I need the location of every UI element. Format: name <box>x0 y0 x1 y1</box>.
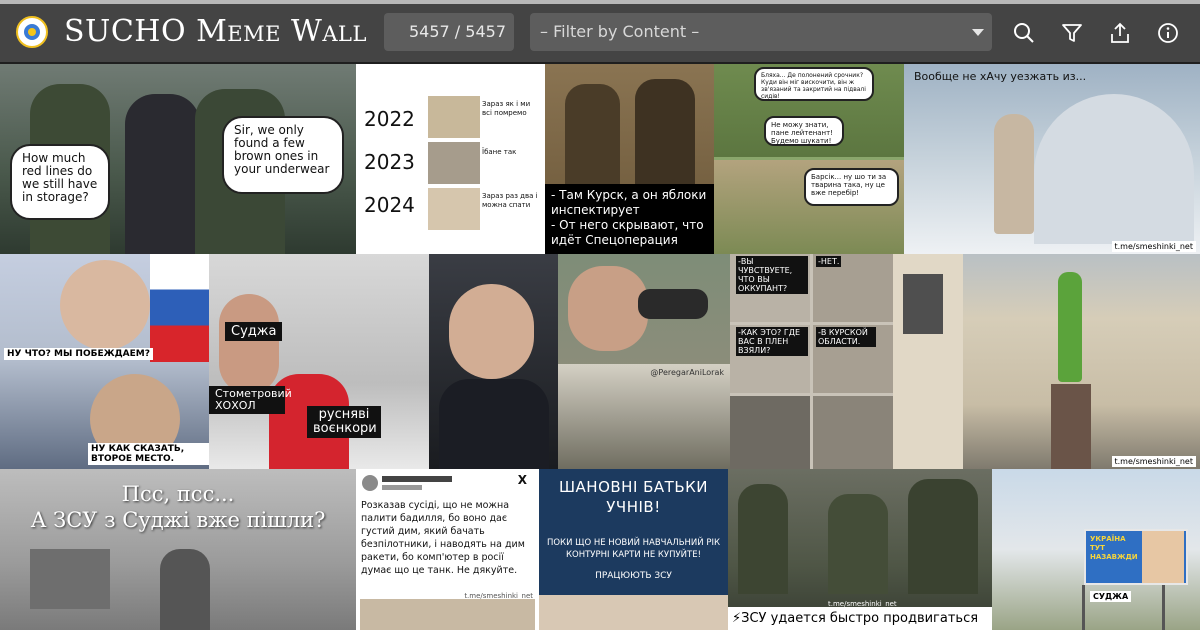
cat-image <box>428 96 480 138</box>
meme-tile[interactable]: ШАНОВНІ БАТЬКИ УЧНІВ! ПОКИ ЩО НЕ НОВИЙ Н… <box>539 469 728 630</box>
chevron-down-icon <box>972 29 984 36</box>
meme-tile[interactable]: X Розказав сусіді, що не можна палити ба… <box>356 469 539 630</box>
watermark: @PeregarAniLorak <box>650 368 724 377</box>
meme-tile[interactable]: Вообще не хАчу уезжать из... t.me/smeshi… <box>904 64 1200 254</box>
share-icon[interactable] <box>1109 22 1131 44</box>
meme-text: Зараз як і ми всі помремо <box>482 100 531 117</box>
meme-tile[interactable]: @PeregarAniLorak <box>558 254 730 469</box>
year-label: 2022 <box>364 107 415 131</box>
meme-tile[interactable]: УКРАЇНА ТУТ НАЗАВЖДИ СУДЖА <box>992 469 1200 630</box>
speech-bubble: Барсік... ну шо ти за тварина така, ну ц… <box>804 168 899 206</box>
meme-text: НУ ЧТО? МЫ ПОБЕЖДАЕМ? <box>4 348 153 360</box>
meme-text: -КАК ЭТО? ГДЕ ВАС В ПЛЕН ВЗЯЛИ? <box>736 327 808 356</box>
watermark: t.me/smeshinki_net <box>1111 456 1196 467</box>
year-label: 2024 <box>364 193 415 217</box>
tweet-text: Розказав сусіді, що не можна палити бади… <box>361 500 525 576</box>
redacted-handle <box>382 485 422 490</box>
meme-tile[interactable]: -ВЫ ЧУВСТВУЕТЕ, ЧТО ВЫ ОККУПАНТ? -НЕТ. -… <box>730 254 893 469</box>
meme-tile[interactable]: Суджа Стометровий ХОХОЛ русняві воєнкори <box>209 254 429 469</box>
meme-tile[interactable]: t.me/smeshinki_net <box>893 254 1200 469</box>
meme-caption: - Там Курск, а он яблоки инспектирует - … <box>545 184 714 254</box>
meme-tile[interactable]: Псс, псс... А ЗСУ з Суджі вже пішли? <box>0 469 356 630</box>
speech-bubble: How much red lines do we still have in s… <box>10 144 110 220</box>
meme-label: Суджа <box>225 322 283 341</box>
meme-grid: How much red lines do we still have in s… <box>0 64 1200 630</box>
filter-icon[interactable] <box>1061 22 1083 44</box>
meme-tile[interactable]: How much red lines do we still have in s… <box>0 64 356 254</box>
meme-tile[interactable]: - Там Курск, а он яблоки инспектирует - … <box>545 64 714 254</box>
notice-signature: ПРАЦЮЮТЬ ЗСУ <box>595 571 672 581</box>
place-sign: СУДЖА <box>1090 591 1132 602</box>
app-title[interactable]: SUCHO Meme Wall <box>64 14 367 49</box>
meme-tile[interactable] <box>429 254 558 469</box>
meme-counter[interactable]: 5457 / 5457 <box>384 13 514 51</box>
meme-tile[interactable]: Бляха... Де полонений срочник? Куди він … <box>714 64 904 254</box>
speech-bubble: Не можу знати, пане лейтенант! Будемо шу… <box>764 116 844 146</box>
photo-strip <box>539 595 728 630</box>
content-filter-select[interactable]: – Filter by Content – <box>530 13 992 51</box>
dog-image <box>360 599 535 630</box>
watermark: t.me/smeshinki_net <box>828 600 897 608</box>
billboard-photo <box>1142 531 1184 583</box>
meme-text: Їбане так <box>482 148 517 156</box>
info-icon[interactable] <box>1157 22 1179 44</box>
meme-text: -НЕТ. <box>816 256 842 267</box>
meme-text: -ВЫ ЧУВСТВУЕТЕ, ЧТО ВЫ ОККУПАНТ? <box>736 256 808 294</box>
meme-caption: Вообще не хАчу уезжать из... <box>914 70 1087 83</box>
cat-image <box>428 188 480 230</box>
speech-bubble: Sir, we only found a few brown ones in y… <box>222 116 344 194</box>
x-logo-icon: X <box>517 473 527 487</box>
redacted-name <box>382 476 452 482</box>
billboard-text: УКРАЇНА ТУТ НАЗАВЖДИ <box>1090 535 1138 561</box>
speech-bubble: Бляха... Де полонений срочник? Куди він … <box>754 67 874 101</box>
cat-image <box>428 142 480 184</box>
notice-body: ПОКИ ЩО НЕ НОВИЙ НАВЧАЛЬНИЙ РІК КОНТУРНІ… <box>546 538 721 560</box>
meme-title: Псс, псс... А ЗСУ з Суджі вже пішли? <box>30 482 326 532</box>
meme-text: НУ КАК СКАЗАТЬ, ВТОРОЕ МЕСТО. <box>88 443 209 465</box>
meme-tile[interactable]: НУ ЧТО? МЫ ПОБЕЖДАЕМ? НУ КАК СКАЗАТЬ, ВТ… <box>0 254 209 469</box>
meme-text: Зараз раз два і можна спати <box>482 192 538 209</box>
filter-select-label: – Filter by Content – <box>540 22 700 41</box>
meme-tile[interactable]: 2022 2023 2024 Зараз як і ми всі помремо… <box>356 64 545 254</box>
notice-title: ШАНОВНІ БАТЬКИ УЧНІВ! <box>558 478 709 516</box>
search-icon[interactable] <box>1013 22 1035 44</box>
year-label: 2023 <box>364 150 415 174</box>
watermark: t.me/smeshinki_net <box>1111 241 1196 252</box>
meme-label: Стометровий ХОХОЛ <box>209 386 292 414</box>
avatar <box>362 475 378 491</box>
meme-label: русняві воєнкори <box>307 406 381 438</box>
app-header: SUCHO Meme Wall 5457 / 5457 – Filter by … <box>0 4 1200 62</box>
meme-text: -В КУРСКОЙ ОБЛАСТИ. <box>816 327 876 347</box>
sucho-logo[interactable] <box>16 16 48 48</box>
meme-tile[interactable]: ⚡ЗСУ удается быстро продвигаться t.me/sm… <box>728 469 992 630</box>
